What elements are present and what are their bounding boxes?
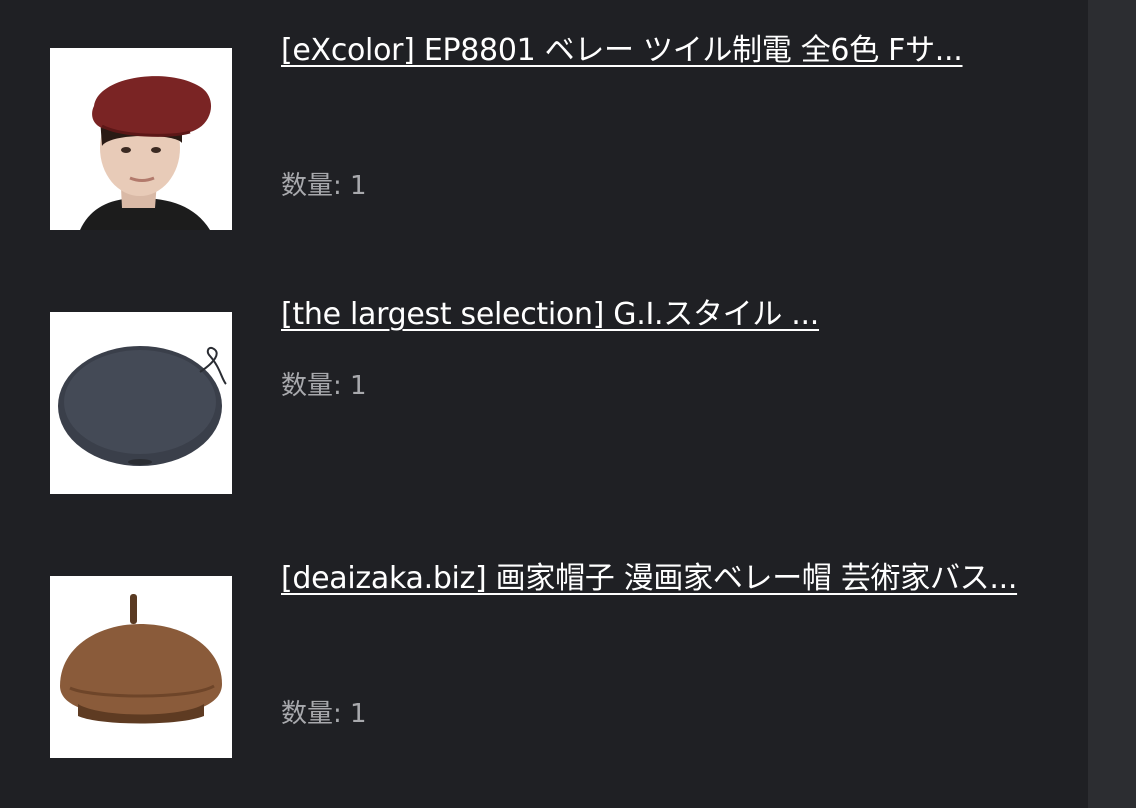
product-image-navy-beret[interactable]	[50, 312, 232, 494]
list-item: [the largest selection] G.I.スタイル ... 数量:…	[0, 260, 1088, 532]
list-item: [deaizaka.biz] 画家帽子 漫画家ベレー帽 芸術家バス... 数量:…	[0, 532, 1088, 808]
maroon-beret-on-mannequin-image	[50, 48, 232, 230]
product-image-brown-beret[interactable]	[50, 576, 232, 758]
navy-beret-image	[50, 312, 232, 494]
quantity-label: 数量: 1	[281, 171, 367, 201]
product-title-link[interactable]: [deaizaka.biz] 画家帽子 漫画家ベレー帽 芸術家バス...	[281, 561, 1017, 596]
product-title: [deaizaka.biz] 画家帽子 漫画家ベレー帽 芸術家バス...	[281, 546, 1021, 612]
quantity-label: 数量: 1	[281, 371, 367, 401]
scrollbar-track[interactable]	[1088, 0, 1136, 808]
order-items-panel: [eXcolor] EP8801 ベレー ツイル制電 全6色 Fサ... 数量:…	[0, 0, 1088, 808]
quantity-label: 数量: 1	[281, 699, 367, 729]
product-title-link[interactable]: [the largest selection] G.I.スタイル ...	[281, 297, 819, 332]
product-title-link[interactable]: [eXcolor] EP8801 ベレー ツイル制電 全6色 Fサ...	[281, 33, 963, 68]
product-image-maroon-beret[interactable]	[50, 48, 232, 230]
list-item: [eXcolor] EP8801 ベレー ツイル制電 全6色 Fサ... 数量:…	[0, 0, 1088, 260]
brown-beret-image	[50, 576, 232, 758]
product-title: [the largest selection] G.I.スタイル ...	[281, 282, 1021, 348]
product-title: [eXcolor] EP8801 ベレー ツイル制電 全6色 Fサ...	[281, 18, 1021, 84]
